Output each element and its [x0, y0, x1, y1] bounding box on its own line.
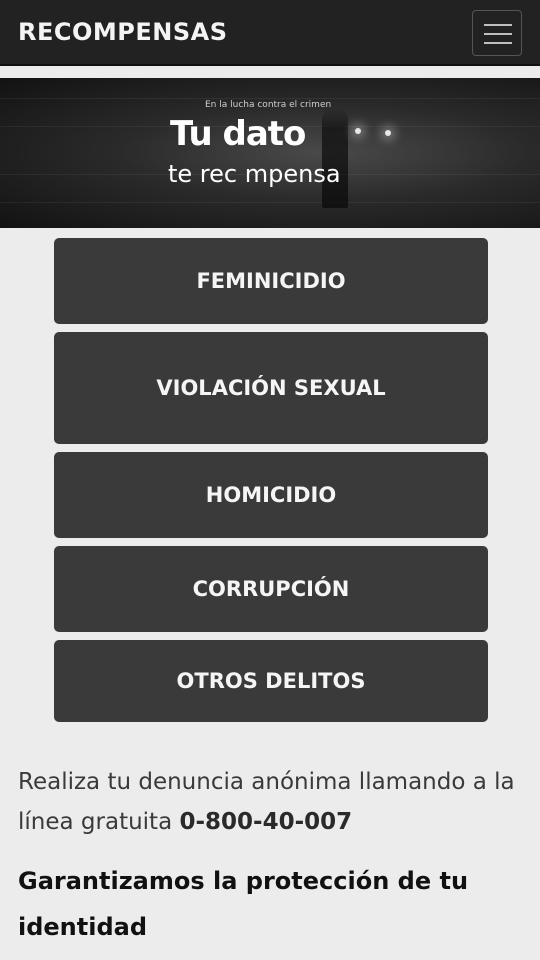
hotline-number[interactable]: 0-800-40-007	[179, 809, 352, 835]
hamburger-menu-icon	[484, 24, 512, 26]
banner-kicker: En la lucha contra el crimen	[205, 100, 332, 110]
banner-light	[385, 130, 391, 136]
report-instructions: Realiza tu denuncia anónima llamando a l…	[18, 762, 528, 842]
hamburger-menu-icon-bar	[484, 42, 512, 44]
banner-title: Tu dato	[170, 114, 306, 154]
corrupcion-button[interactable]: CORRUPCIÓN	[54, 546, 488, 632]
banner-streak	[0, 202, 540, 203]
banner-light	[355, 128, 361, 134]
feminicidio-button[interactable]: FEMINICIDIO	[54, 238, 488, 324]
app-title: RECOMPENSAS	[18, 18, 228, 46]
hamburger-menu-button[interactable]	[472, 10, 522, 56]
hero-banner: En la lucha contra el crimen Tu dato te …	[0, 78, 540, 228]
violacion-sexual-button[interactable]: VIOLACIÓN SEXUAL	[54, 332, 488, 444]
homicidio-button[interactable]: HOMICIDIO	[54, 452, 488, 538]
banner-silhouette-figure	[322, 108, 348, 208]
banner-streak	[0, 98, 540, 99]
otros-delitos-button[interactable]: OTROS DELITOS	[54, 640, 488, 722]
top-navigation-bar: RECOMPENSAS	[0, 0, 540, 66]
banner-subtitle: te rec mpensa	[168, 160, 341, 188]
identity-protection-notice: Garantizamos la protección de tu identid…	[18, 867, 469, 941]
hamburger-menu-icon-bar	[484, 33, 512, 35]
